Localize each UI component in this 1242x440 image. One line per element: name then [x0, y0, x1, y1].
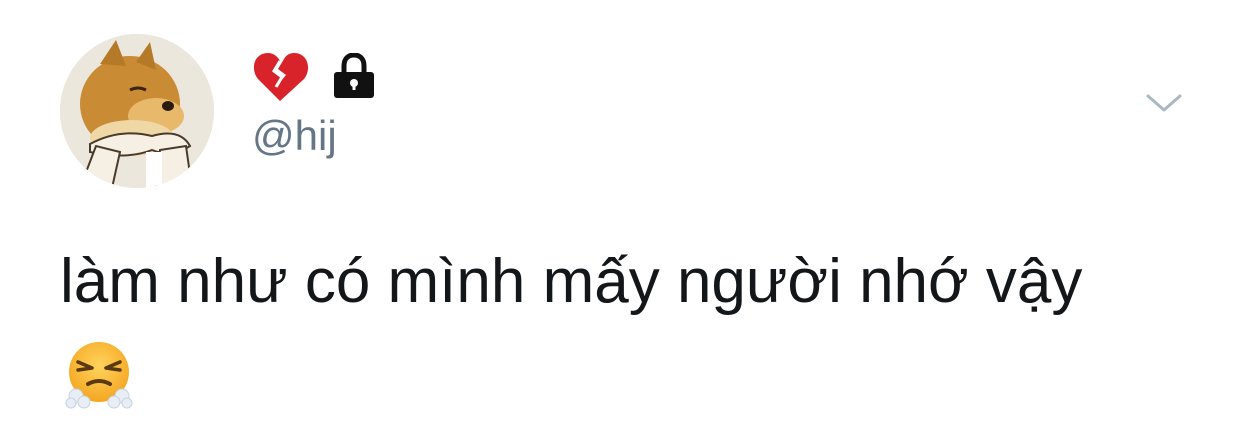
face-with-steam-from-nose-icon: [64, 340, 134, 410]
avatar[interactable]: [60, 34, 214, 188]
doge-avatar-image: [60, 34, 214, 188]
broken-heart-icon: [253, 53, 309, 101]
tweet-text: làm như có mình mấy người nhớ vậy: [60, 247, 1083, 316]
handle[interactable]: @hij: [252, 112, 337, 160]
tweet-card: @hij làm như có mình mấy người nhớ vậy: [0, 0, 1242, 440]
display-name[interactable]: [252, 46, 376, 106]
chevron-down-icon[interactable]: [1144, 88, 1184, 118]
lock-icon: [334, 53, 374, 98]
